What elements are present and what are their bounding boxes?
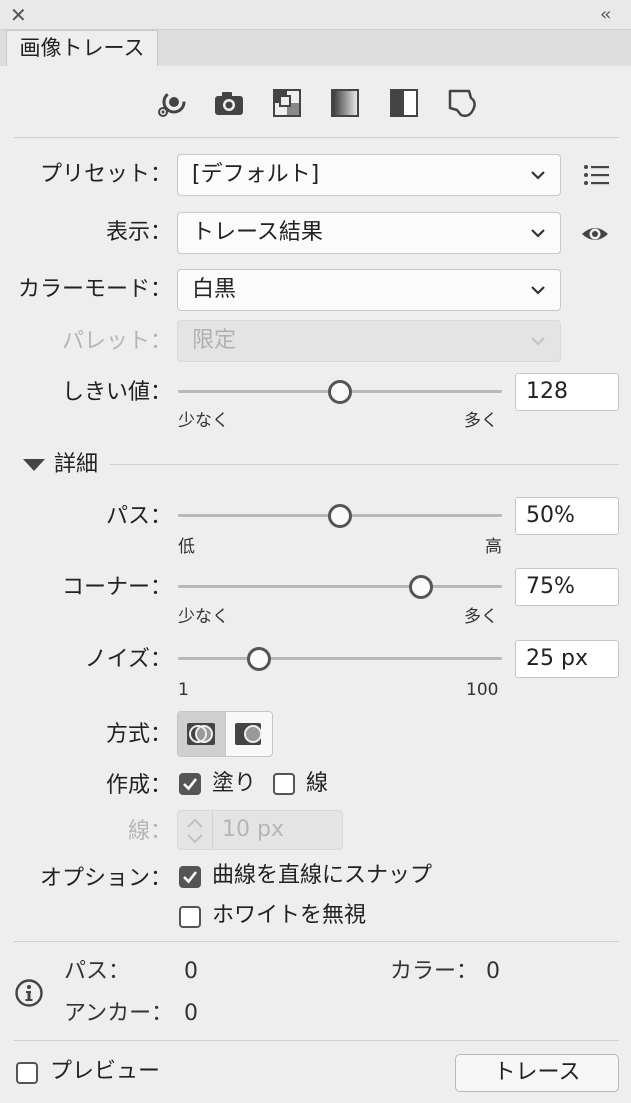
info-icon: [14, 978, 44, 1008]
overlapping-icon: [235, 723, 262, 745]
view-label: 表示：: [105, 220, 172, 245]
palette-select: 限定: [177, 320, 561, 362]
disclosure-triangle-icon[interactable]: [22, 457, 46, 473]
chevron-down-icon: [531, 171, 545, 180]
divider: [110, 464, 619, 465]
noise-max-label: 100: [466, 680, 499, 700]
noise-label: ノイズ：: [84, 647, 172, 672]
noise-slider-track[interactable]: [178, 657, 502, 660]
paths-label: パス：: [105, 504, 172, 529]
preview-label: プレビュー: [50, 1059, 161, 1084]
options-label: オプション：: [39, 866, 172, 891]
paths-input[interactable]: 50%: [515, 497, 619, 535]
preview-checkbox[interactable]: [16, 1062, 38, 1084]
palette-value: 限定: [192, 328, 237, 353]
fill-label: 塗り: [212, 771, 257, 796]
threshold-min-label: 少なく: [178, 411, 229, 431]
paths-slider-thumb[interactable]: [328, 504, 352, 528]
corners-label: コーナー：: [61, 575, 172, 600]
ignore-white-label: ホワイトを無視: [212, 903, 367, 928]
chevron-down-icon: [531, 337, 545, 346]
preset-list-icon[interactable]: [583, 163, 611, 187]
checkmark-icon: [183, 778, 198, 791]
trace-button[interactable]: トレース: [455, 1054, 619, 1092]
chevron-down-icon: [531, 286, 545, 295]
tab-image-trace[interactable]: 画像トレース: [6, 30, 158, 66]
palette-label: パレット：: [61, 329, 172, 354]
info-colors-label: カラー：: [390, 959, 479, 984]
method-segmented-control: [177, 711, 273, 757]
color-mode-value: 白黒: [192, 277, 237, 302]
abutting-icon: [187, 723, 215, 745]
snap-curves-checkbox[interactable]: [179, 866, 201, 888]
info-colors-value: 0: [486, 959, 500, 984]
ignore-white-checkbox[interactable]: [179, 906, 201, 928]
noise-min-label: 1: [178, 680, 189, 700]
threshold-slider-thumb[interactable]: [328, 380, 352, 404]
corners-slider-track[interactable]: [178, 585, 502, 588]
stroke-checkbox[interactable]: [273, 773, 295, 795]
preset-label: プリセット：: [39, 162, 172, 187]
divider: [14, 137, 619, 138]
preset-select[interactable]: [デフォルト]: [177, 154, 561, 196]
method-label: 方式：: [105, 722, 172, 747]
auto-color-icon[interactable]: [155, 88, 186, 118]
grayscale-icon[interactable]: [330, 88, 360, 118]
corners-max-label: 多く: [464, 607, 498, 627]
method-abutting-button[interactable]: [178, 712, 225, 756]
title-bar: [0, 0, 631, 30]
color-mode-select[interactable]: 白黒: [177, 269, 561, 311]
color-mode-label: カラーモード：: [17, 277, 172, 302]
create-label: 作成：: [105, 773, 172, 798]
stroke-width-stepper: 10 px: [177, 810, 343, 850]
method-overlapping-button[interactable]: [226, 712, 272, 756]
info-anchors-label: アンカー：: [64, 1001, 174, 1026]
threshold-label: しきい値：: [61, 380, 172, 405]
corners-min-label: 少なく: [178, 607, 229, 627]
threshold-max-label: 多く: [464, 411, 498, 431]
preset-value: [デフォルト]: [192, 162, 320, 187]
info-paths-value: 0: [184, 959, 198, 984]
noise-slider-thumb[interactable]: [247, 647, 271, 671]
chevron-down-icon: [531, 229, 545, 238]
stepper-divider: [212, 811, 213, 849]
checkmark-icon: [183, 871, 198, 884]
corners-slider-thumb[interactable]: [409, 575, 433, 599]
info-paths-label: パス：: [64, 959, 131, 984]
threshold-input[interactable]: 128: [515, 373, 619, 411]
noise-input[interactable]: 25 px: [515, 640, 619, 678]
view-select[interactable]: トレース結果: [177, 212, 561, 254]
black-white-icon[interactable]: [389, 88, 419, 118]
outline-icon[interactable]: [447, 88, 477, 118]
collapse-icon[interactable]: ‹‹: [600, 3, 612, 27]
stroke-label: 線: [306, 771, 329, 796]
eye-icon[interactable]: [580, 222, 610, 246]
stepper-arrows-icon: [187, 818, 203, 844]
low-color-icon[interactable]: [272, 88, 302, 118]
info-anchors-value: 0: [184, 1001, 198, 1026]
fill-checkbox[interactable]: [179, 773, 201, 795]
paths-min-label: 低: [178, 537, 195, 557]
stroke-width-label: 線：: [127, 819, 172, 844]
advanced-header[interactable]: 詳細: [54, 450, 98, 480]
corners-input[interactable]: 75%: [515, 568, 619, 606]
paths-max-label: 高: [485, 537, 502, 557]
view-value: トレース結果: [192, 220, 323, 245]
high-color-icon[interactable]: [213, 88, 243, 118]
stroke-width-value: 10 px: [222, 817, 284, 842]
divider: [14, 941, 619, 942]
divider: [14, 1040, 619, 1041]
snap-curves-label: 曲線を直線にスナップ: [212, 863, 433, 888]
close-icon[interactable]: ✕: [10, 3, 27, 27]
